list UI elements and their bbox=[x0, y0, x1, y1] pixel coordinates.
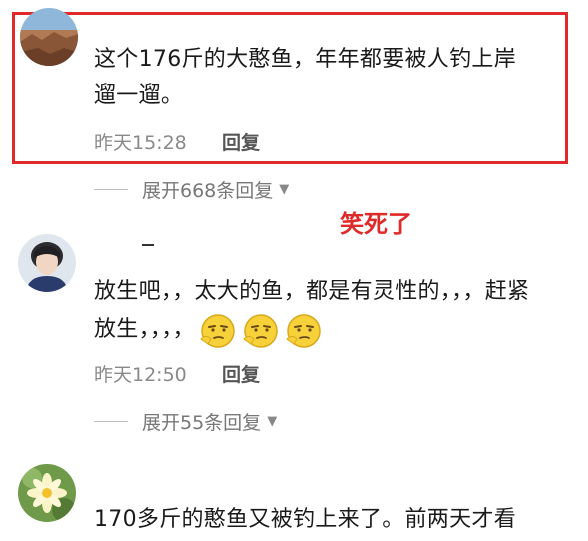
comment-time: 昨天12:50 bbox=[94, 364, 187, 386]
divider bbox=[94, 421, 128, 422]
username-fragment bbox=[142, 244, 154, 246]
expand-replies-label: 展开668条回复 bbox=[142, 180, 274, 202]
chevron-down-icon: ▼ bbox=[267, 414, 278, 429]
smirk-emoji-icon bbox=[284, 310, 324, 350]
reply-button[interactable]: 回复 bbox=[222, 360, 260, 387]
reply-button[interactable]: 回复 bbox=[222, 128, 260, 155]
divider bbox=[94, 189, 128, 190]
expand-replies-label: 展开55条回复 bbox=[142, 412, 262, 434]
comment-time: 昨天15:28 bbox=[94, 132, 187, 154]
avatar[interactable] bbox=[18, 464, 76, 522]
comment-text: 这个176斤的大憨鱼，年年都要被人钓上岸 遛一遛。 bbox=[94, 47, 516, 108]
expand-replies-button[interactable]: 展开55条回复 ▼ bbox=[94, 408, 277, 435]
comment-text: 放生吧，，太大的鱼，都是有灵性的，，，赶紧 放生，，，， bbox=[94, 274, 574, 350]
expand-replies-button[interactable]: 展开668条回复 ▼ bbox=[94, 176, 289, 203]
avatar[interactable] bbox=[18, 234, 76, 292]
smirk-emoji-icon bbox=[241, 310, 281, 350]
smirk-emoji-icon bbox=[198, 310, 238, 350]
chevron-down-icon: ▼ bbox=[279, 182, 290, 197]
avatar[interactable] bbox=[20, 8, 78, 66]
annotation-text: 笑死了 bbox=[340, 210, 412, 238]
comment-text: 170多斤的憨鱼又被钓上来了。前两天才看 bbox=[94, 507, 516, 532]
